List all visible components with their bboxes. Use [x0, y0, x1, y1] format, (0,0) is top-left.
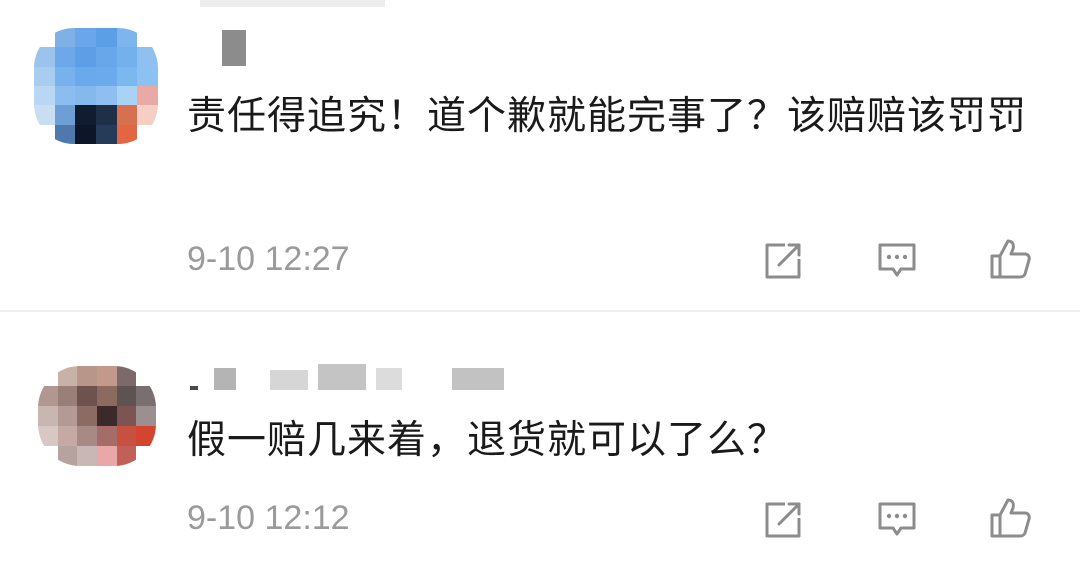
comment-item: 假一赔几来着，退货就可以了么？ 9-10 12:12: [0, 312, 1080, 580]
comment-item: 责任得追究！道个歉就能完事了？该赔赔该罚罚 9-10 12:27: [0, 0, 1080, 310]
username-masked[interactable]: [190, 364, 504, 390]
comment-text: 责任得追究！道个歉就能完事了？该赔赔该罚罚: [187, 94, 1028, 139]
share-button[interactable]: [759, 496, 807, 544]
reply-button[interactable]: [873, 237, 921, 285]
comment-list: 责任得追究！道个歉就能完事了？该赔赔该罚罚 9-10 12:27 假一赔几来着，…: [0, 0, 1080, 580]
comment-icon: [878, 502, 916, 536]
timestamp: 9-10 12:27: [187, 240, 350, 278]
share-button[interactable]: [759, 237, 807, 285]
comment-text: 假一赔几来着，退货就可以了么？: [187, 418, 788, 463]
share-icon: [765, 502, 801, 538]
reply-button[interactable]: [873, 496, 921, 544]
avatar[interactable]: [38, 366, 156, 466]
thumbs-up-icon: [990, 498, 1031, 538]
username-masked[interactable]: [222, 30, 246, 66]
avatar[interactable]: [34, 28, 158, 144]
timestamp: 9-10 12:12: [187, 499, 350, 537]
like-button[interactable]: [986, 494, 1034, 542]
share-icon: [765, 243, 801, 279]
like-button[interactable]: [986, 235, 1034, 283]
comment-icon: [878, 243, 916, 277]
thumbs-up-icon: [990, 239, 1031, 279]
